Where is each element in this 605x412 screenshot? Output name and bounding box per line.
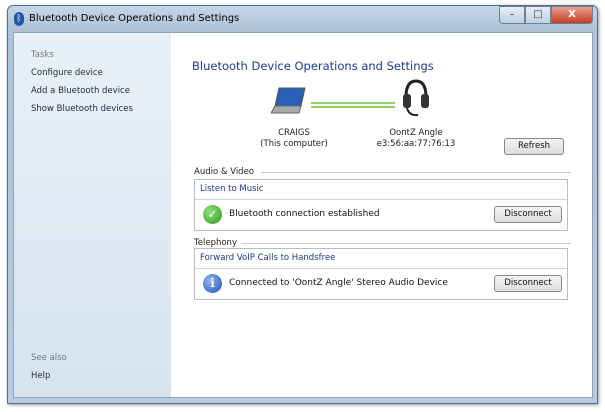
device-address: e3:56:aa:77:76:13 [376,139,456,149]
divider [261,172,571,173]
disconnect-audio-button[interactable]: Disconnect [494,206,562,223]
section-telephony-title: Telephony [194,238,237,248]
device-info: OontZ Angle e3:56:aa:77:76:13 [371,128,461,150]
audio-status: Bluetooth connection established [229,209,380,219]
computer-subtitle: (This computer) [260,139,328,149]
connection-line [311,102,395,108]
window-title: Bluetooth Device Operations and Settings [29,13,240,24]
sidebar-item-add-device[interactable]: Add a Bluetooth device [31,86,130,96]
section-audio-video-title: Audio & Video [194,167,255,177]
maximize-button[interactable]: □ [525,6,551,24]
tasks-header: Tasks [31,50,54,60]
divider [241,243,571,244]
device-name: OontZ Angle [389,128,443,138]
sidebar-item-show-devices[interactable]: Show Bluetooth devices [31,104,133,114]
bluetooth-icon: ᛒ [14,12,24,26]
window: ᛒ Bluetooth Device Operations and Settin… [7,5,598,404]
info-icon: i [203,274,222,293]
see-also-header: See also [31,353,67,363]
sidebar-item-configure-device[interactable]: Configure device [31,68,103,78]
main-panel: Bluetooth Device Operations and Settings… [171,33,592,397]
refresh-button[interactable]: Refresh [504,138,564,155]
computer-info: CRAIGS (This computer) [259,128,329,150]
telephony-panel: Forward VoIP Calls to Handsfree i Connec… [194,248,568,300]
minimize-button[interactable]: – [499,6,525,24]
telephony-status: Connected to 'OontZ Angle' Stereo Audio … [229,278,448,288]
sidebar: Tasks Configure device Add a Bluetooth d… [14,33,171,397]
forward-voip-link[interactable]: Forward VoIP Calls to Handsfree [195,249,567,269]
computer-name: CRAIGS [278,128,310,138]
client-area: Tasks Configure device Add a Bluetooth d… [13,32,593,398]
help-link[interactable]: Help [31,371,50,381]
disconnect-telephony-button[interactable]: Disconnect [494,275,562,292]
laptop-icon [271,87,306,114]
page-title: Bluetooth Device Operations and Settings [192,59,434,73]
audio-video-panel: Listen to Music ✓ Bluetooth connection e… [194,179,568,231]
close-button[interactable]: X [551,6,593,24]
headset-icon [403,79,429,117]
check-icon: ✓ [203,205,222,224]
listen-to-music-link[interactable]: Listen to Music [195,180,567,200]
title-bar[interactable]: ᛒ Bluetooth Device Operations and Settin… [8,6,597,32]
